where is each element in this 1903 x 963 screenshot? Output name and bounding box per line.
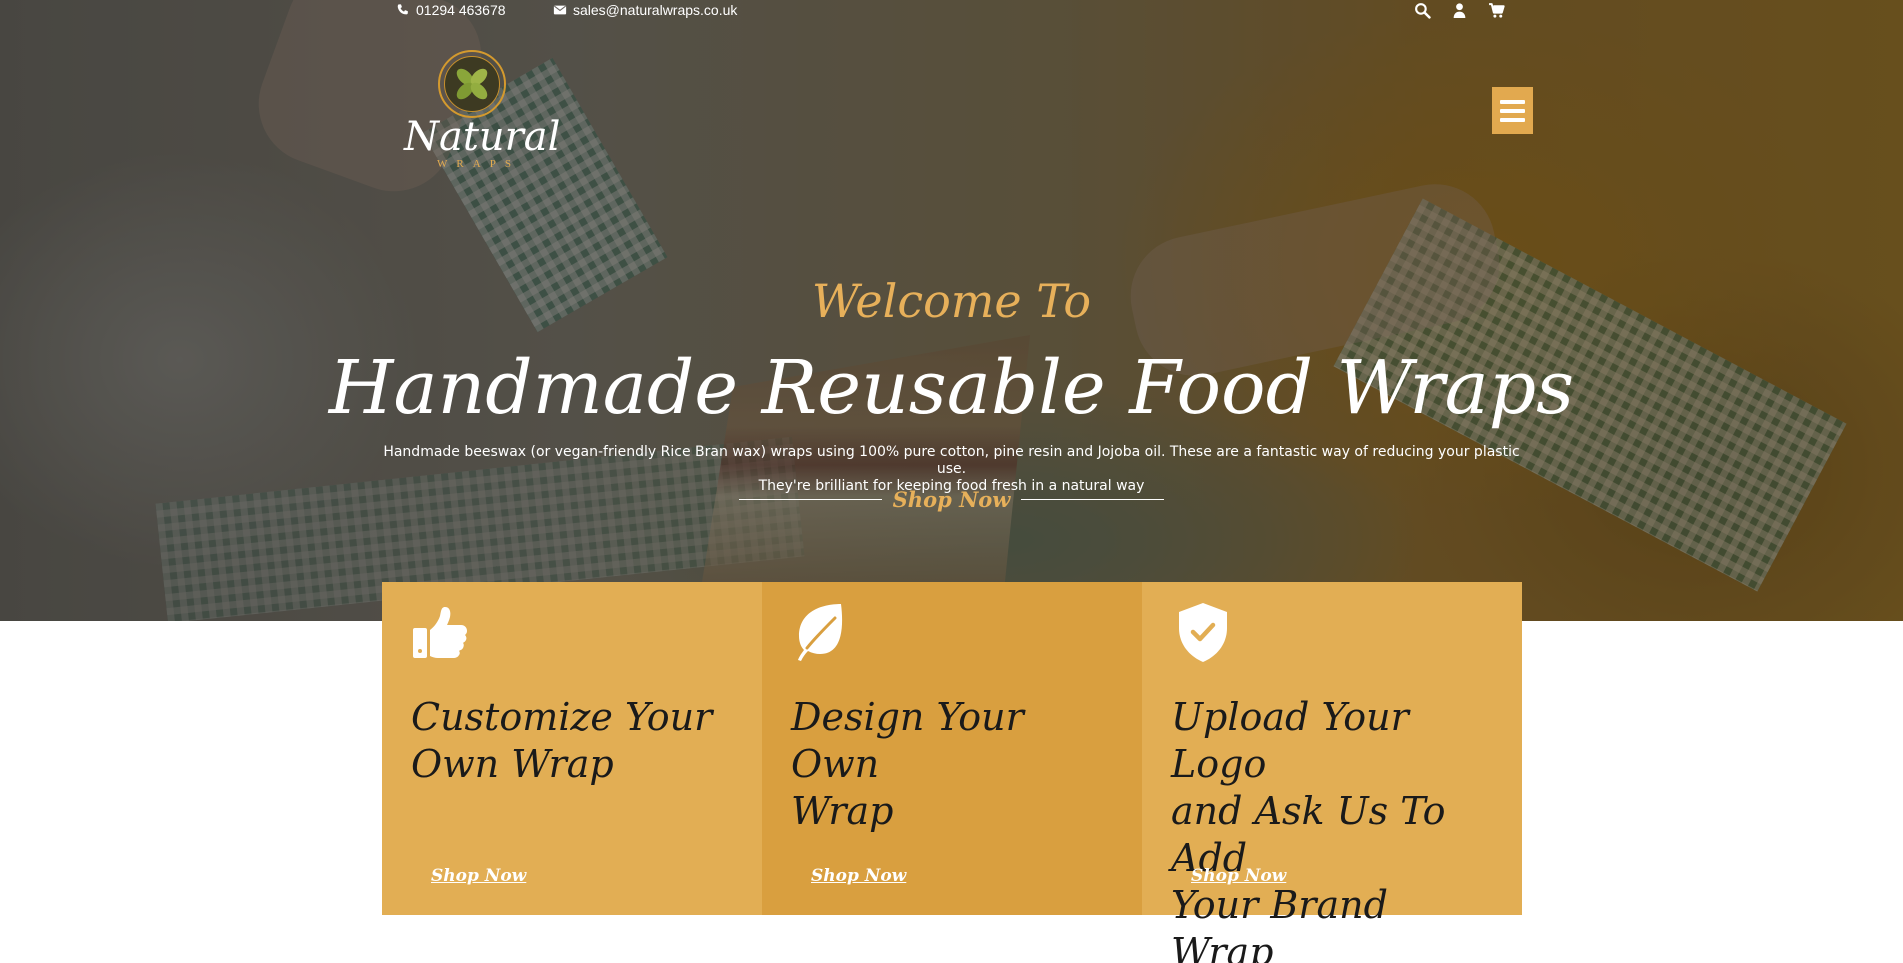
- hamburger-icon-bar: [1500, 108, 1525, 113]
- header-actions: [1414, 2, 1505, 19]
- logo-wordmark: Natural: [404, 114, 561, 160]
- user-icon[interactable]: [1451, 2, 1468, 19]
- logo-emblem: [438, 50, 506, 118]
- hero-shop-now-link[interactable]: Shop Now: [893, 487, 1011, 512]
- feature-card-shop-now-link[interactable]: Shop Now: [431, 866, 526, 886]
- site-logo[interactable]: Natural WRAPS: [404, 50, 561, 175]
- feature-card-title-line: Your Brand Wrap: [1171, 883, 1388, 963]
- hero-welcome: Welcome To: [811, 274, 1092, 328]
- search-icon[interactable]: [1414, 2, 1431, 19]
- hero-headline: Handmade Reusable Food Wraps: [328, 345, 1575, 431]
- feature-card-title-line: Customize Your: [411, 695, 713, 739]
- email-address: sales@naturalwraps.co.uk: [573, 2, 738, 18]
- phone-number: 01294 463678: [416, 2, 506, 18]
- leaf-icon: [798, 604, 843, 661]
- hamburger-icon-bar: [1500, 99, 1525, 104]
- logo-subtitle: WRAPS: [437, 158, 520, 170]
- feature-card-title-line: Own Wrap: [411, 742, 614, 786]
- feature-card-title-line: Design Your Own: [791, 695, 1024, 786]
- feature-card-shop-now-link[interactable]: Shop Now: [1191, 866, 1286, 886]
- hero-shop-now: Shop Now: [739, 484, 1164, 514]
- menu-toggle-button[interactable]: [1492, 87, 1533, 134]
- feature-card-title: Customize Your Own Wrap: [411, 694, 741, 788]
- leaves-icon: [456, 68, 488, 100]
- feature-card-title: Upload Your Logo and Ask Us To Add Your …: [1171, 694, 1501, 963]
- divider: [1021, 498, 1164, 500]
- feature-card-shop-now-link[interactable]: Shop Now: [811, 866, 906, 886]
- feature-card-title-line: Upload Your Logo: [1171, 695, 1409, 786]
- phone-icon: [397, 4, 408, 15]
- shield-check-icon: [1179, 603, 1227, 662]
- feature-cards: Customize Your Own Wrap Shop Now Design …: [382, 582, 1522, 963]
- contact-phone[interactable]: 01294 463678: [396, 2, 506, 18]
- hamburger-icon-bar: [1500, 117, 1525, 122]
- feature-card-upload-logo: Upload Your Logo and Ask Us To Add Your …: [1142, 582, 1522, 963]
- feature-card-design: Design Your Own Wrap Shop Now: [762, 582, 1142, 915]
- thumbs-up-icon: [413, 607, 467, 658]
- top-bar: 01294 463678 sales@naturalwraps.co.uk: [0, 0, 1903, 22]
- feature-card-title: Design Your Own Wrap: [791, 694, 1121, 835]
- hero-description-line: Handmade beeswax (or vegan-friendly Rice…: [383, 444, 1520, 477]
- envelope-icon: [553, 5, 567, 15]
- feature-card-customize: Customize Your Own Wrap Shop Now: [382, 582, 762, 915]
- contact-email[interactable]: sales@naturalwraps.co.uk: [553, 2, 737, 18]
- feature-card-title-line: Wrap: [791, 789, 894, 833]
- cart-icon[interactable]: [1488, 2, 1505, 19]
- divider: [739, 498, 882, 500]
